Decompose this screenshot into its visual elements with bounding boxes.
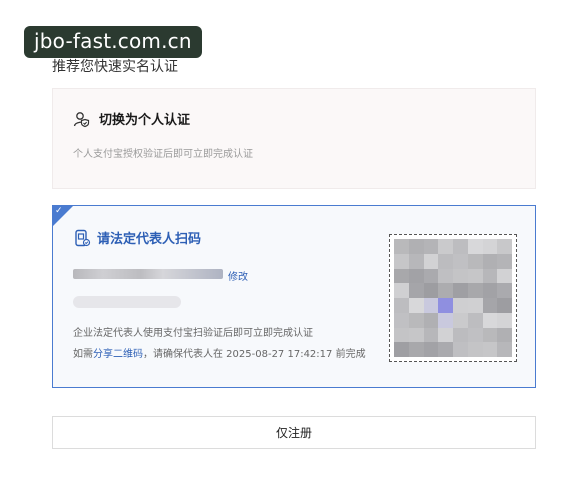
qr-cell xyxy=(408,327,424,343)
qr-cell xyxy=(482,312,498,328)
qr-cell xyxy=(438,268,453,284)
legal-rep-card[interactable]: ✓ 请法定代表人扫码 修改 企业法定代表人使用支付宝扫验证后即可立即完成认证 如… xyxy=(52,205,536,388)
qr-cell xyxy=(438,298,453,313)
qr-cell xyxy=(408,312,424,328)
qr-cell xyxy=(467,298,483,313)
qr-cell xyxy=(408,253,424,269)
qr-cell xyxy=(482,298,498,313)
qr-cell xyxy=(453,312,468,328)
phone-scan-icon xyxy=(75,229,91,246)
qr-cell xyxy=(482,283,498,298)
qr-cell xyxy=(467,312,483,328)
qr-cell xyxy=(497,253,512,269)
qr-cell xyxy=(423,239,439,254)
qr-cell xyxy=(438,312,453,328)
qr-cell xyxy=(394,298,409,313)
qr-cell xyxy=(453,239,468,254)
qr-cell xyxy=(467,253,483,269)
share-qr-link[interactable]: 分享二维码 xyxy=(93,349,143,360)
qr-code-image xyxy=(394,239,512,357)
qr-cell xyxy=(438,239,453,254)
qr-cell xyxy=(467,342,483,357)
qr-cell xyxy=(423,327,439,343)
qr-cell xyxy=(497,342,512,357)
qr-cell xyxy=(423,253,439,269)
qr-code-frame xyxy=(389,234,517,362)
register-only-button[interactable]: 仅注册 xyxy=(52,416,536,449)
qr-cell xyxy=(394,253,409,269)
qr-cell xyxy=(453,283,468,298)
qr-cell xyxy=(467,268,483,284)
qr-cell xyxy=(497,283,512,298)
qr-cell xyxy=(482,342,498,357)
qr-cell xyxy=(453,327,468,343)
qr-cell xyxy=(482,239,498,254)
qr-cell xyxy=(408,268,424,284)
qr-cell xyxy=(482,253,498,269)
personal-auth-title: 切换为个人认证 xyxy=(99,113,191,128)
qr-cell xyxy=(408,283,424,298)
qr-cell xyxy=(423,298,439,313)
qr-cell xyxy=(438,342,453,357)
qr-cell xyxy=(467,327,483,343)
qr-cell xyxy=(438,327,453,343)
section-title: 推荐您快速实名认证 xyxy=(52,59,178,75)
legal-rep-title: 请法定代表人扫码 xyxy=(97,232,202,247)
qr-cell xyxy=(423,312,439,328)
qr-cell xyxy=(408,342,424,357)
share-suffix: ，请确保代表人在 2025-08-27 17:42:17 前完成 xyxy=(143,349,366,360)
redacted-id xyxy=(73,296,181,308)
qr-cell xyxy=(423,283,439,298)
legal-rep-desc: 企业法定代表人使用支付宝扫验证后即可立即完成认证 xyxy=(73,328,313,339)
share-line: 如需分享二维码，请确保代表人在 2025-08-27 17:42:17 前完成 xyxy=(73,345,366,360)
qr-cell xyxy=(423,342,439,357)
qr-cell xyxy=(394,312,409,328)
qr-cell xyxy=(394,327,409,343)
share-prefix: 如需 xyxy=(73,349,93,360)
qr-cell xyxy=(453,342,468,357)
qr-cell xyxy=(453,298,468,313)
qr-cell xyxy=(497,239,512,254)
user-shield-icon xyxy=(73,111,90,127)
qr-cell xyxy=(467,239,483,254)
redacted-name xyxy=(73,269,223,279)
qr-cell xyxy=(467,283,483,298)
modify-link[interactable]: 修改 xyxy=(228,268,248,283)
qr-cell xyxy=(408,239,424,254)
qr-cell xyxy=(408,298,424,313)
qr-cell xyxy=(394,283,409,298)
personal-auth-desc: 个人支付宝授权验证后即可立即完成认证 xyxy=(73,149,253,160)
qr-cell xyxy=(453,253,468,269)
qr-cell xyxy=(482,327,498,343)
qr-cell xyxy=(497,298,512,313)
qr-cell xyxy=(394,268,409,284)
qr-cell xyxy=(497,268,512,284)
qr-cell xyxy=(497,327,512,343)
qr-cell xyxy=(453,268,468,284)
personal-auth-card[interactable]: 切换为个人认证 个人支付宝授权验证后即可立即完成认证 xyxy=(52,88,536,189)
qr-cell xyxy=(394,239,409,254)
qr-cell xyxy=(394,342,409,357)
qr-cell xyxy=(497,312,512,328)
watermark: jbo-fast.com.cn xyxy=(24,26,202,58)
qr-cell xyxy=(423,268,439,284)
qr-cell xyxy=(482,268,498,284)
check-icon: ✓ xyxy=(55,206,63,216)
qr-cell xyxy=(438,283,453,298)
qr-cell xyxy=(438,253,453,269)
